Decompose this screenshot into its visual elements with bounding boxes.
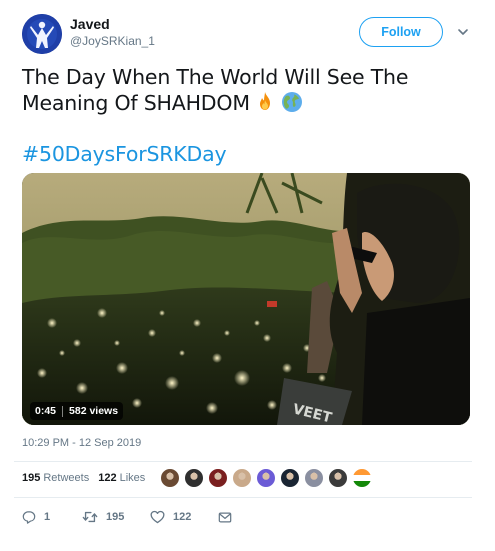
liker-avatar[interactable] — [160, 468, 180, 488]
retweets-count: 195 — [22, 472, 41, 484]
likes-label: Likes — [119, 472, 146, 484]
liker-avatar[interactable] — [232, 468, 252, 488]
retweet-count: 195 — [106, 511, 125, 523]
author-avatar[interactable] — [22, 14, 62, 54]
liker-avatar[interactable] — [256, 468, 276, 488]
heart-icon — [150, 510, 165, 524]
reply-count: 1 — [44, 511, 51, 523]
liker-avatar[interactable] — [328, 468, 348, 488]
like-button[interactable]: 122 — [150, 510, 218, 524]
envelope-icon — [218, 512, 232, 522]
tweet-timestamp[interactable]: 10:29 PM - 12 Sep 2019 — [22, 437, 141, 449]
tweet-actions: 1 195 122 — [22, 510, 232, 524]
video-duration: 0:45 — [35, 405, 57, 417]
follow-button[interactable]: Follow — [359, 17, 443, 47]
tweet-text: The Day When The World Will See The Mean… — [22, 64, 472, 116]
globe-icon — [280, 90, 304, 114]
tweet-text-line-2: Meaning Of SHAHDOM — [22, 91, 250, 115]
direct-message-button[interactable] — [218, 511, 232, 524]
liker-avatars — [160, 468, 376, 488]
retweet-icon — [82, 511, 98, 523]
retweets-stat[interactable]: 195 Retweets — [22, 472, 89, 484]
likes-count: 122 — [98, 472, 117, 484]
liker-avatar[interactable] — [184, 468, 204, 488]
divider — [14, 461, 472, 462]
video-player[interactable]: VEET 0:45 582 views — [22, 173, 470, 425]
video-thumbnail: VEET — [22, 173, 470, 425]
like-count: 122 — [173, 511, 192, 523]
retweets-label: Retweets — [43, 472, 90, 484]
divider — [14, 497, 472, 498]
reply-icon — [22, 511, 36, 524]
likes-stat[interactable]: 122 Likes — [98, 472, 145, 484]
avatar-silhouette-icon — [22, 14, 62, 54]
hashtag-link[interactable]: #50DaysForSRKDay — [22, 142, 227, 166]
fire-icon — [253, 90, 277, 114]
chevron-down-icon[interactable] — [457, 26, 469, 38]
tweet-stats: 195 Retweets 122 Likes — [22, 472, 154, 484]
tweet-text-line-2-wrap: Meaning Of SHAHDOM — [22, 90, 472, 116]
liker-avatar[interactable] — [304, 468, 324, 488]
liker-avatar[interactable] — [280, 468, 300, 488]
video-meta-badge: 0:45 582 views — [30, 402, 124, 420]
author-name[interactable]: Javed — [70, 16, 110, 32]
retweet-button[interactable]: 195 — [82, 510, 150, 524]
badge-divider — [62, 405, 64, 417]
tweet-text-line-1: The Day When The World Will See The — [22, 65, 409, 89]
author-handle[interactable]: @JoySRKian_1 — [70, 34, 155, 48]
video-views: 582 views — [69, 405, 119, 417]
tweet-card: Javed @JoySRKian_1 Follow The Day When T… — [0, 0, 495, 551]
reply-button[interactable]: 1 — [22, 510, 82, 524]
liker-avatar[interactable] — [208, 468, 228, 488]
liker-avatar[interactable] — [352, 468, 372, 488]
